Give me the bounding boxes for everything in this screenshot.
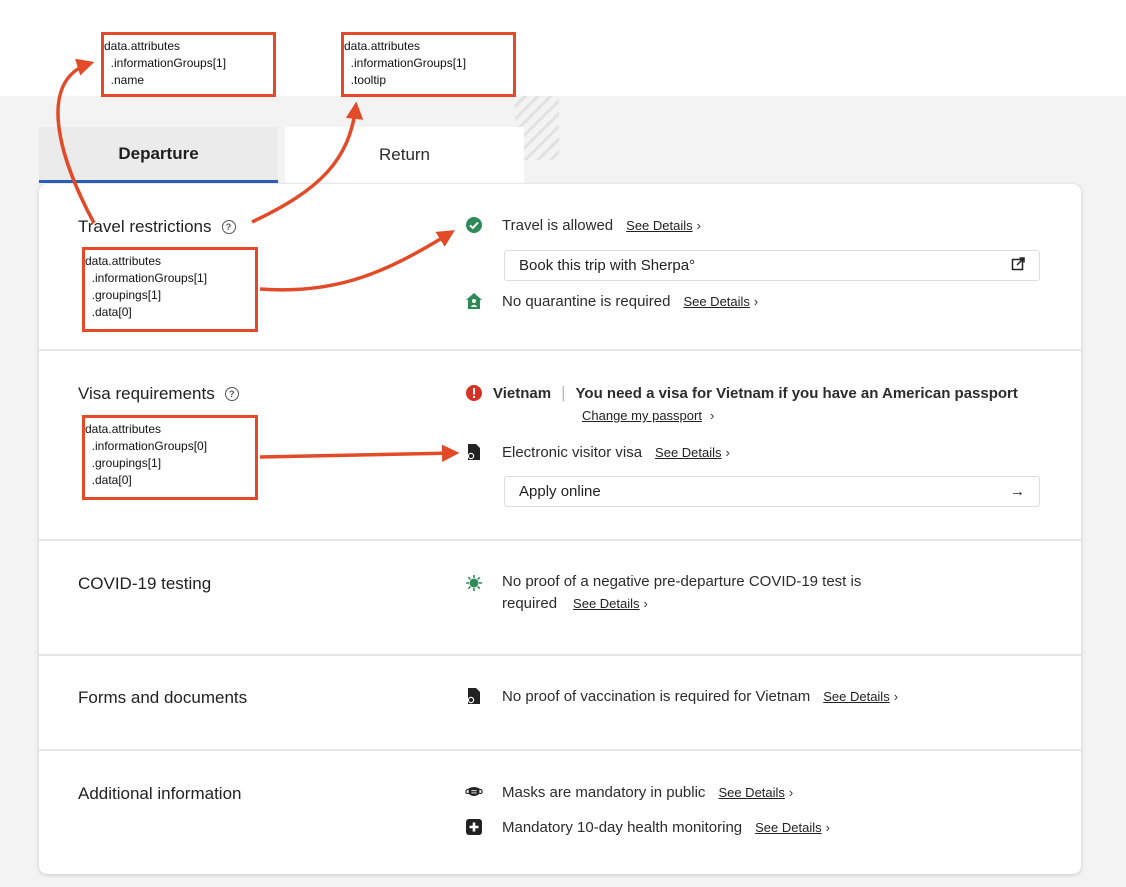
document-icon [465, 443, 483, 461]
change-passport-row: Change my passport › [582, 408, 714, 423]
forms-documents-title: Forms and documents [78, 688, 248, 707]
monitoring-row: Mandatory 10-day health monitoring See D… [465, 818, 830, 836]
apply-online-button[interactable]: Apply online → [504, 476, 1040, 507]
annotation-line: .informationGroups[1] [104, 56, 227, 70]
check-circle-icon [465, 216, 483, 234]
chevron-right-icon: › [709, 408, 715, 423]
section-forms-documents: Forms and documents No proof of vaccinat… [39, 656, 1081, 751]
chevron-right-icon: › [696, 217, 701, 233]
travel-status-text: Travel is allowed [502, 216, 614, 234]
separator: | [561, 383, 566, 402]
annotation-line: .informationGroups[1] [344, 56, 467, 70]
apply-online-label: Apply online [519, 483, 601, 500]
annotation-travel-data: data.attributes .informationGroups[1] .g… [82, 247, 258, 332]
help-icon[interactable]: ? [224, 387, 239, 401]
annotation-line: .informationGroups[0] [85, 439, 208, 453]
annotation-tooltip: data.attributes .informationGroups[1] .t… [341, 32, 516, 97]
annotation-line: .tooltip [344, 73, 387, 87]
annotation-visa-data: data.attributes .informationGroups[0] .g… [82, 415, 258, 500]
visa-message-row: Vietnam | You need a visa for Vietnam if… [465, 383, 1018, 403]
annotation-name: data.attributes .informationGroups[1] .n… [101, 32, 276, 97]
visa-see-details-link[interactable]: See Details [655, 445, 721, 460]
alert-circle-icon [465, 384, 483, 402]
tab-departure[interactable]: Departure [39, 127, 278, 183]
covid-text-line2: required [502, 595, 558, 612]
arrow-right-icon: → [1010, 483, 1025, 500]
masks-text: Masks are mandatory in public [502, 783, 706, 801]
covid-row: No proof of a negative pre-departure COV… [465, 573, 861, 612]
chevron-right-icon: › [788, 784, 794, 800]
additional-information-title: Additional information [78, 784, 242, 803]
annotation-line: .informationGroups[1] [85, 271, 208, 285]
forms-row: No proof of vaccination is required for … [465, 687, 898, 705]
visa-message: You need a visa for Vietnam if you have … [575, 384, 1018, 402]
section-covid-testing: COVID-19 testing No proof of a negative … [39, 541, 1081, 656]
travel-restrictions-title: Travel restrictions ? [78, 217, 236, 237]
section-additional-information: Additional information Masks are mandato… [39, 751, 1081, 874]
travel-restrictions-label: Travel restrictions [78, 217, 212, 236]
home-person-icon [465, 292, 483, 310]
annotation-line: .data[0] [85, 473, 132, 487]
monitoring-text: Mandatory 10-day health monitoring [502, 818, 743, 836]
visa-country: Vietnam [493, 384, 552, 402]
masks-row: Masks are mandatory in public See Detail… [465, 783, 793, 801]
annotation-line: data.attributes [85, 422, 162, 436]
mask-icon [465, 783, 483, 801]
annotation-line: .name [104, 73, 145, 87]
virus-icon [465, 574, 483, 592]
masks-see-details-link[interactable]: See Details [718, 785, 784, 800]
annotation-line: data.attributes [85, 254, 162, 268]
external-link-icon [1011, 256, 1025, 275]
quarantine-row: No quarantine is required See Details › [465, 292, 758, 310]
document-icon [465, 687, 483, 705]
annotation-line: data.attributes [344, 39, 421, 53]
visa-type-text: Electronic visitor visa [502, 443, 643, 461]
annotation-line: .groupings[1] [85, 456, 162, 470]
travel-status-row: Travel is allowed See Details › [465, 216, 701, 234]
medical-cross-icon [465, 818, 483, 836]
tab-return[interactable]: Return [285, 127, 524, 183]
change-passport-link[interactable]: Change my passport [582, 408, 702, 423]
travel-see-details-link[interactable]: See Details [626, 218, 692, 233]
monitoring-see-details-link[interactable]: See Details [755, 820, 821, 835]
covid-see-details-link[interactable]: See Details [573, 596, 639, 611]
chevron-right-icon: › [825, 819, 830, 835]
forms-text: No proof of vaccination is required for … [502, 687, 811, 705]
chevron-right-icon: › [725, 444, 730, 460]
help-icon[interactable]: ? [221, 220, 236, 234]
chevron-right-icon: › [753, 293, 759, 309]
chevron-right-icon: › [643, 596, 648, 611]
book-trip-label: Book this trip with Sherpa° [519, 257, 696, 274]
annotation-line: data.attributes [104, 39, 181, 53]
visa-type-row: Electronic visitor visa See Details › [465, 443, 730, 461]
quarantine-see-details-link[interactable]: See Details [683, 294, 749, 309]
annotation-line: .groupings[1] [85, 288, 162, 302]
chevron-right-icon: › [893, 688, 899, 704]
covid-text-line1: No proof of a negative pre-departure COV… [502, 573, 862, 590]
quarantine-text: No quarantine is required [502, 292, 671, 310]
book-trip-button[interactable]: Book this trip with Sherpa° [504, 250, 1040, 281]
forms-see-details-link[interactable]: See Details [823, 689, 889, 704]
visa-requirements-label: Visa requirements [78, 384, 215, 403]
annotation-line: .data[0] [85, 305, 132, 319]
covid-testing-title: COVID-19 testing [78, 574, 212, 593]
visa-requirements-title: Visa requirements ? [78, 384, 239, 404]
